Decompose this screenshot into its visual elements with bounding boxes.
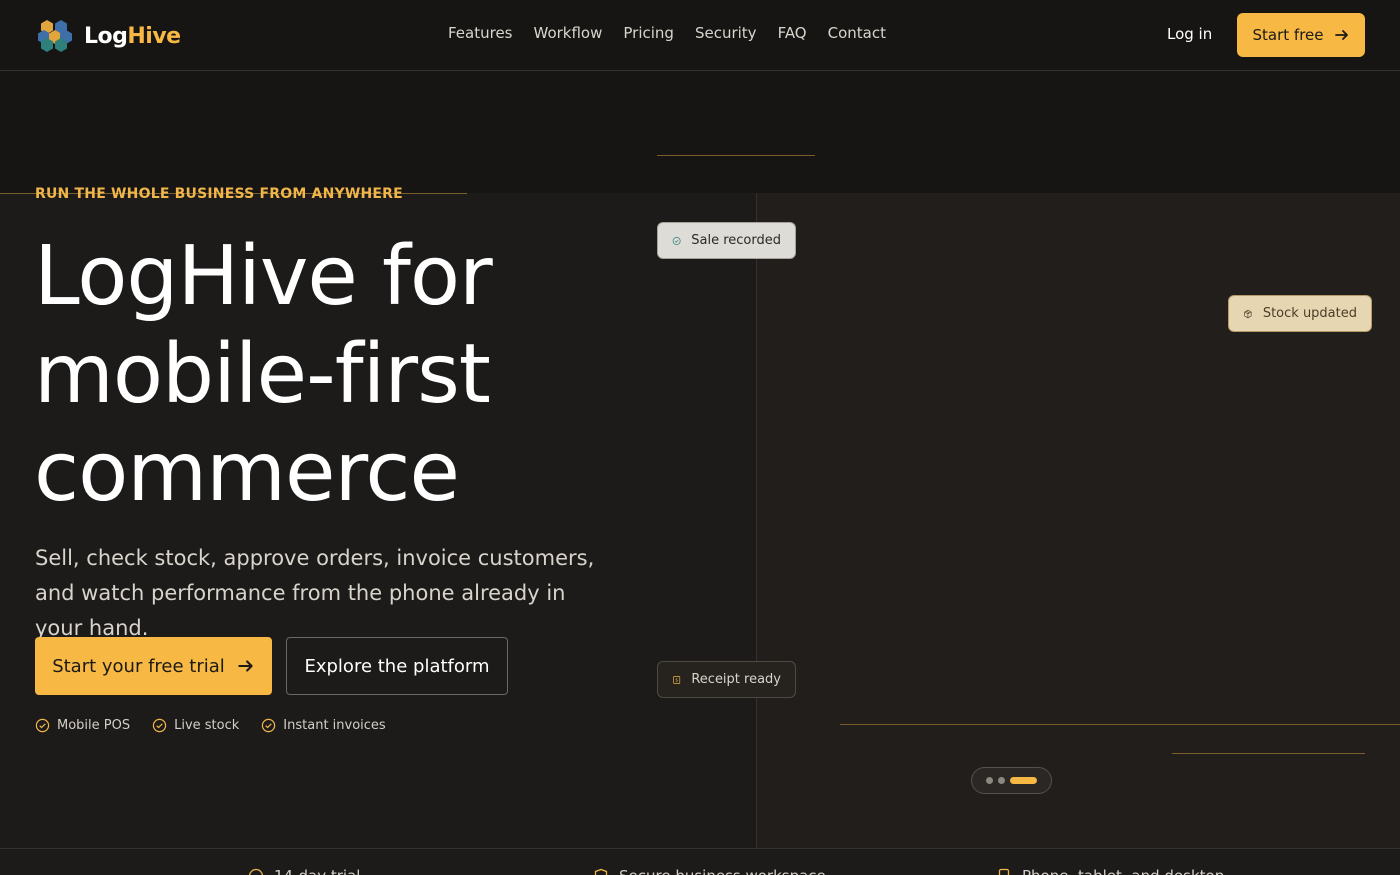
trust-strip: 14-day trial Secure business workspace P… (0, 848, 1400, 875)
hero-eyebrow: RUN THE WHOLE BUSINESS FROM ANYWHERE (35, 186, 403, 202)
nav-link-features[interactable]: Features (448, 24, 513, 42)
nav-link-contact[interactable]: Contact (828, 24, 886, 42)
feature-item: Live stock (152, 718, 239, 733)
nav-link-pricing[interactable]: Pricing (623, 24, 674, 42)
package-icon (1244, 309, 1252, 318)
start-free-button[interactable]: Start free (1237, 13, 1365, 57)
decorative-line (1172, 753, 1365, 754)
trust-item-devices: Phone, tablet, and desktop (996, 867, 1224, 875)
explore-platform-button[interactable]: Explore the platform (286, 637, 508, 695)
hero-subtitle: Sell, check stock, approve orders, invoi… (35, 546, 595, 640)
carousel-indicator (971, 767, 1052, 794)
arrow-right-icon (1334, 30, 1348, 40)
brand-logo[interactable]: LogHive (36, 18, 181, 54)
stock-updated-badge: Stock updated (1228, 295, 1372, 332)
hero-feature-list: Mobile POS Live stock Instant invoices (35, 718, 386, 733)
carousel-dot[interactable] (998, 777, 1005, 784)
carousel-dot-active[interactable] (1010, 777, 1037, 784)
trust-item-secure: Secure business workspace (593, 867, 826, 875)
brand-name: LogHive (84, 23, 181, 49)
receipt-ready-badge: $ Receipt ready (657, 661, 796, 698)
shield-icon (594, 868, 608, 875)
phone-icon (998, 868, 1010, 875)
start-trial-label: Start your free trial (52, 655, 225, 677)
start-trial-button[interactable]: Start your free trial (35, 637, 272, 695)
nav-link-security[interactable]: Security (695, 24, 757, 42)
feature-item: Mobile POS (35, 718, 130, 733)
decorative-line (657, 155, 815, 156)
feature-item: Instant invoices (261, 718, 386, 733)
nav-link-workflow[interactable]: Workflow (534, 24, 603, 42)
login-link[interactable]: Log in (1167, 25, 1212, 43)
nav-links: Features Workflow Pricing Security FAQ C… (448, 24, 907, 42)
nav-link-faq[interactable]: FAQ (778, 24, 807, 42)
decorative-line (840, 724, 1400, 725)
carousel-dot[interactable] (986, 777, 993, 784)
arrow-right-icon (238, 660, 253, 672)
check-circle-icon (262, 718, 276, 733)
hero-title: LogHive for mobile-first commerce (34, 229, 493, 520)
check-circle-icon (152, 718, 167, 733)
start-free-label: Start free (1252, 26, 1324, 44)
hexagon-logo-icon (38, 20, 72, 52)
receipt-icon: $ (673, 675, 681, 684)
check-shield-icon (672, 236, 681, 245)
hero-visual-panel (756, 193, 1400, 848)
trust-item-trial: 14-day trial (248, 867, 360, 875)
clock-icon (248, 868, 264, 875)
top-navigation: LogHive Features Workflow Pricing Securi… (0, 0, 1400, 71)
svg-text:$: $ (675, 677, 678, 683)
sale-recorded-badge: Sale recorded (657, 222, 796, 259)
check-circle-icon (35, 718, 50, 733)
